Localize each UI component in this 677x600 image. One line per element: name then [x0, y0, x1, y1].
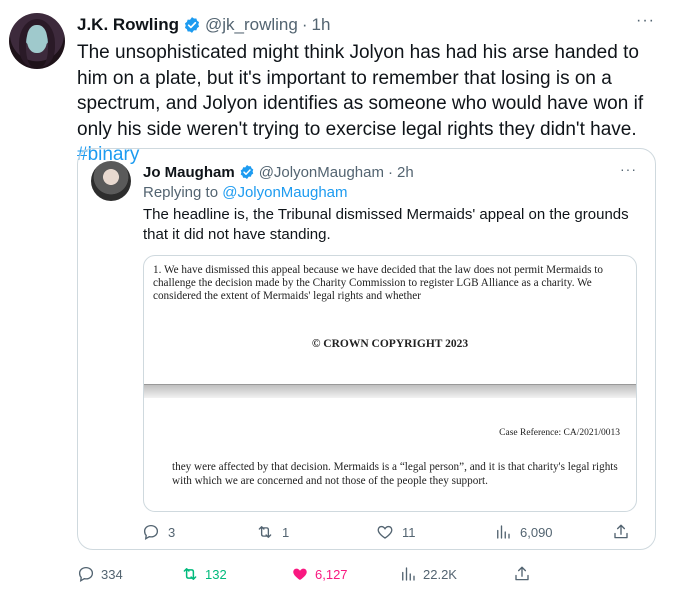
- like-button[interactable]: 6,127: [291, 565, 348, 583]
- views-button[interactable]: 6,090: [494, 523, 553, 541]
- like-icon: [377, 525, 393, 539]
- quoted-text: The headline is, the Tribunal dismissed …: [143, 206, 629, 243]
- share-icon: [614, 524, 628, 539]
- like-count: 11: [402, 524, 416, 540]
- replying-to: Replying to @JolyonMaugham: [143, 184, 348, 201]
- share-button[interactable]: [513, 565, 531, 583]
- retweet-icon: [183, 568, 197, 580]
- views-count: 6,090: [520, 524, 553, 540]
- author-name[interactable]: J.K. Rowling: [77, 15, 179, 35]
- views-icon: [497, 525, 510, 539]
- attached-document-image[interactable]: 1. We have dismissed this appeal because…: [143, 255, 637, 512]
- reply-icon: [78, 566, 94, 583]
- like-icon: [293, 568, 307, 580]
- quoted-action-bar: 3 1 11 6,090: [142, 523, 642, 543]
- reply-button[interactable]: 334: [77, 565, 123, 583]
- like-button[interactable]: 11: [376, 523, 416, 541]
- quoted-timestamp[interactable]: 2h: [397, 164, 414, 181]
- views-icon: [402, 567, 415, 581]
- tweet: J.K. Rowling @jk_rowling · 1h ··· The un…: [0, 0, 677, 600]
- verified-badge-icon: [240, 165, 253, 179]
- more-icon[interactable]: ···: [620, 161, 637, 177]
- quoted-header: Jo Maugham @JolyonMaugham · 2h: [143, 162, 414, 182]
- document-paragraph-2: they were affected by that decision. Mer…: [172, 461, 618, 487]
- replying-mention[interactable]: @JolyonMaugham: [222, 184, 347, 201]
- more-icon[interactable]: ···: [636, 12, 655, 30]
- reply-button[interactable]: 3: [142, 523, 175, 541]
- tweet-header: J.K. Rowling @jk_rowling · 1h: [77, 14, 330, 36]
- document-case-reference: Case Reference: CA/2021/0013: [499, 428, 620, 438]
- avatar[interactable]: [9, 13, 65, 69]
- document-copyright: © CROWN COPYRIGHT 2023: [311, 338, 469, 350]
- like-count: 6,127: [315, 566, 348, 582]
- retweet-count: 132: [205, 566, 227, 582]
- quoted-avatar[interactable]: [91, 161, 131, 201]
- separator-dot: ·: [387, 163, 393, 181]
- timestamp[interactable]: 1h: [312, 15, 331, 35]
- share-button[interactable]: [612, 523, 630, 541]
- reply-count: 3: [168, 524, 176, 540]
- tweet-text-main: The unsophisticated might think Jolyon h…: [77, 42, 644, 140]
- author-handle[interactable]: @jk_rowling: [205, 15, 298, 35]
- retweet-count: 1: [282, 524, 290, 540]
- replying-prefix: Replying to: [143, 184, 223, 201]
- views-button[interactable]: 22.2K: [399, 565, 457, 583]
- share-icon: [515, 566, 529, 581]
- reply-count: 334: [101, 566, 123, 582]
- quoted-author-name[interactable]: Jo Maugham: [143, 164, 235, 181]
- tweet-action-bar: 334 132 6,127 22.2K: [77, 565, 637, 587]
- document-paragraph-1: 1. We have dismissed this appeal because…: [153, 264, 603, 302]
- verified-badge-icon: [184, 17, 200, 33]
- retweet-button[interactable]: 1: [256, 523, 289, 541]
- retweet-button[interactable]: 132: [181, 565, 227, 583]
- views-count: 22.2K: [423, 566, 457, 582]
- separator-dot: ·: [301, 15, 308, 34]
- quoted-tweet[interactable]: Jo Maugham @JolyonMaugham · 2h ··· Reply…: [77, 148, 656, 550]
- quoted-author-handle[interactable]: @JolyonMaugham: [259, 164, 384, 181]
- retweet-icon: [258, 526, 272, 538]
- page-break-divider: [144, 384, 636, 398]
- reply-icon: [143, 524, 159, 541]
